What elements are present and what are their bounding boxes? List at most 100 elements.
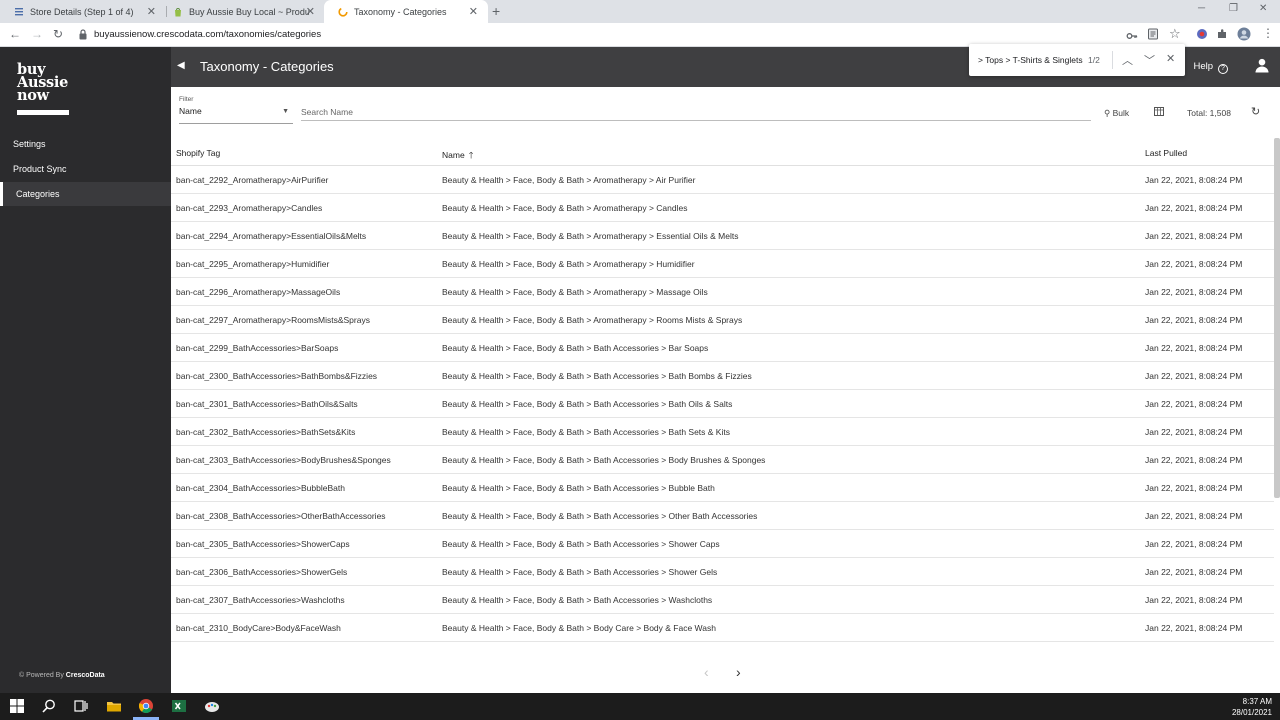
- task-view-icon[interactable]: [73, 698, 89, 714]
- cell-name: Beauty & Health > Face, Body & Bath > Ar…: [442, 203, 688, 213]
- table-row[interactable]: ban-cat_2304_BathAccessories>BubbleBath B…: [171, 474, 1274, 502]
- help-button[interactable]: Help?: [1193, 61, 1228, 74]
- column-header-last-pulled[interactable]: Last Pulled: [1145, 148, 1187, 158]
- cell-name: Beauty & Health > Face, Body & Bath > Ba…: [442, 427, 730, 437]
- sidebar: buy Aussie now Settings Product Sync Cat…: [0, 47, 171, 693]
- powered-by-footer: © Powered By CrescoData: [19, 672, 105, 679]
- cell-name: Beauty & Health > Face, Body & Bath > Ba…: [442, 539, 720, 549]
- cell-name: Beauty & Health > Face, Body & Bath > Ba…: [442, 511, 758, 521]
- table-row[interactable]: ban-cat_2301_BathAccessories>BathOils&Sa…: [171, 390, 1274, 418]
- filter-field-select[interactable]: Name ▼: [179, 106, 289, 122]
- url-text[interactable]: buyaussienow.crescodata.com/taxonomies/c…: [94, 29, 321, 40]
- sidebar-item-categories[interactable]: Categories: [0, 182, 171, 206]
- cell-shopify-tag: ban-cat_2295_Aromatherapy>Humidifier: [176, 259, 330, 269]
- new-tab-button[interactable]: +: [492, 3, 500, 19]
- cell-shopify-tag: ban-cat_2303_BathAccessories>BodyBrushes…: [176, 455, 391, 465]
- sidebar-item-settings[interactable]: Settings: [0, 132, 171, 156]
- browser-tab-products[interactable]: Buy Aussie Buy Local ~ Products ✕: [159, 0, 325, 23]
- browser-tab-store-details[interactable]: Store Details (Step 1 of 4) ✕: [0, 0, 166, 23]
- profile-avatar-icon[interactable]: [1237, 27, 1251, 41]
- browser-tab-taxonomy[interactable]: Taxonomy - Categories ✕: [324, 0, 488, 23]
- lock-icon[interactable]: [78, 29, 88, 40]
- table-row[interactable]: ban-cat_2292_Aromatherapy>AirPurifier Bea…: [171, 166, 1274, 194]
- cell-shopify-tag: ban-cat_2306_BathAccessories>ShowerGels: [176, 567, 348, 577]
- powered-by-brand[interactable]: CrescoData: [66, 672, 105, 679]
- file-explorer-icon[interactable]: [106, 698, 122, 714]
- table-row[interactable]: ban-cat_2303_BathAccessories>BodyBrushes…: [171, 446, 1274, 474]
- clock-time: 8:37 AM: [1242, 697, 1272, 706]
- table-row[interactable]: ban-cat_2295_Aromatherapy>Humidifier Beau…: [171, 250, 1274, 278]
- reload-icon[interactable]: ↻: [53, 27, 63, 41]
- next-page-icon[interactable]: ›: [736, 664, 741, 680]
- windows-start-icon[interactable]: [9, 698, 25, 714]
- column-header-shopify-tag[interactable]: Shopify Tag: [176, 148, 220, 158]
- reader-mode-icon[interactable]: [1147, 28, 1159, 40]
- table-row[interactable]: ban-cat_2302_BathAccessories>BathSets&Ki…: [171, 418, 1274, 446]
- table-row[interactable]: ban-cat_2310_BodyCare>Body&FaceWash Beaut…: [171, 614, 1274, 642]
- find-next-icon[interactable]: ﹀: [1144, 52, 1155, 68]
- cell-name: Beauty & Health > Face, Body & Bath > Ba…: [442, 455, 766, 465]
- brand-logo[interactable]: buy Aussie now: [17, 62, 71, 103]
- search-input[interactable]: [301, 103, 1091, 121]
- cell-last-pulled: Jan 22, 2021, 8:08:24 PM: [1145, 343, 1243, 353]
- table-row[interactable]: ban-cat_2294_Aromatherapy>EssentialOils&…: [171, 222, 1274, 250]
- system-clock[interactable]: 8:37 AM 28/01/2021: [1232, 696, 1272, 718]
- table-row[interactable]: ban-cat_2299_BathAccessories>BarSoaps Bea…: [171, 334, 1274, 362]
- tab-title: Buy Aussie Buy Local ~ Products: [189, 6, 309, 17]
- table-row[interactable]: ban-cat_2305_BathAccessories>ShowerCaps B…: [171, 530, 1274, 558]
- find-close-icon[interactable]: ✕: [1166, 52, 1175, 65]
- sidebar-item-product-sync[interactable]: Product Sync: [0, 157, 171, 181]
- table-row[interactable]: ban-cat_2306_BathAccessories>ShowerGels B…: [171, 558, 1274, 586]
- search-icon[interactable]: [41, 698, 57, 714]
- chrome-icon[interactable]: [138, 698, 154, 714]
- cell-name: Beauty & Health > Face, Body & Bath > Ba…: [442, 399, 733, 409]
- cell-name: Beauty & Health > Face, Body & Bath > Ar…: [442, 231, 739, 241]
- tab-close-icon[interactable]: ✕: [147, 5, 156, 18]
- collapse-sidebar-icon[interactable]: ◀: [177, 60, 185, 71]
- cell-shopify-tag: ban-cat_2296_Aromatherapy>MassageOils: [176, 287, 341, 297]
- filter-selected-value: Name: [179, 106, 202, 116]
- cell-last-pulled: Jan 22, 2021, 8:08:24 PM: [1145, 511, 1243, 521]
- table-row[interactable]: ban-cat_2308_BathAccessories>OtherBathAc…: [171, 502, 1274, 530]
- refresh-icon[interactable]: ↻: [1251, 105, 1260, 118]
- forward-icon[interactable]: →: [31, 27, 43, 41]
- table-row[interactable]: ban-cat_2297_Aromatherapy>RoomsMists&Spr…: [171, 306, 1274, 334]
- back-icon[interactable]: ←: [9, 27, 21, 41]
- find-previous-icon[interactable]: ︿: [1122, 52, 1133, 68]
- cell-name: Beauty & Health > Face, Body & Bath > Ba…: [442, 343, 709, 353]
- table-row[interactable]: ban-cat_2296_Aromatherapy>MassageOils Bea…: [171, 278, 1274, 306]
- cell-last-pulled: Jan 22, 2021, 8:08:24 PM: [1145, 595, 1243, 605]
- minimize-icon[interactable]: ─: [1198, 3, 1205, 14]
- previous-page-icon[interactable]: ‹: [704, 664, 709, 680]
- sidebar-item-label: Categories: [16, 189, 60, 199]
- cell-shopify-tag: ban-cat_2293_Aromatherapy>Candles: [176, 203, 323, 213]
- excel-icon[interactable]: [171, 698, 187, 714]
- paint-icon[interactable]: [204, 698, 220, 714]
- cell-last-pulled: Jan 22, 2021, 8:08:24 PM: [1145, 371, 1243, 381]
- user-account-icon[interactable]: [1255, 58, 1269, 73]
- cell-last-pulled: Jan 22, 2021, 8:08:24 PM: [1145, 287, 1243, 297]
- bookmark-star-icon[interactable]: ☆: [1169, 26, 1181, 42]
- sidebar-item-label: Product Sync: [13, 164, 67, 174]
- table-row[interactable]: ban-cat_2307_BathAccessories>Washcloths B…: [171, 586, 1274, 614]
- extension-colorful-icon[interactable]: [1196, 28, 1208, 40]
- cell-last-pulled: Jan 22, 2021, 8:08:24 PM: [1145, 315, 1243, 325]
- close-window-icon[interactable]: ✕: [1259, 3, 1267, 14]
- column-header-name[interactable]: Name 🡑: [442, 148, 473, 164]
- page-title: Taxonomy - Categories: [200, 59, 334, 74]
- cell-name: Beauty & Health > Face, Body & Bath > Ar…: [442, 175, 696, 185]
- column-toggle-icon[interactable]: [1154, 107, 1164, 116]
- clock-date: 28/01/2021: [1231, 708, 1272, 717]
- tab-close-icon[interactable]: ✕: [469, 5, 478, 18]
- table-scrollbar[interactable]: [1274, 138, 1280, 498]
- extensions-puzzle-icon[interactable]: [1216, 28, 1228, 40]
- browser-menu-icon[interactable]: ⋮: [1262, 26, 1274, 40]
- find-input[interactable]: > Tops > T-Shirts & Singlets: [978, 55, 1083, 65]
- table-row[interactable]: ban-cat_2293_Aromatherapy>Candles Beauty …: [171, 194, 1274, 222]
- table-row[interactable]: ban-cat_2300_BathAccessories>BathBombs&F…: [171, 362, 1274, 390]
- restore-icon[interactable]: ❐: [1229, 3, 1238, 14]
- bulk-search-button[interactable]: ⚲ Bulk: [1104, 108, 1129, 119]
- tab-close-icon[interactable]: ✕: [306, 5, 315, 18]
- key-icon[interactable]: [1126, 30, 1138, 42]
- cell-shopify-tag: ban-cat_2294_Aromatherapy>EssentialOils&…: [176, 231, 367, 241]
